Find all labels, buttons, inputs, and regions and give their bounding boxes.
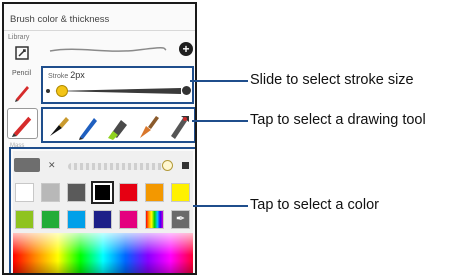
color-spectrum[interactable]: [13, 233, 193, 273]
color-swatch[interactable]: [15, 183, 34, 202]
brush-preview-stroke: [49, 46, 167, 52]
color-swatch[interactable]: [15, 210, 34, 229]
opacity-slider-thumb[interactable]: [162, 160, 173, 171]
color-swatch[interactable]: [145, 183, 164, 202]
color-swatch[interactable]: [93, 210, 112, 229]
color-swatch[interactable]: [67, 183, 86, 202]
callout-line-tool: [192, 120, 248, 122]
max-stroke-icon: [182, 86, 191, 95]
opacity-max-icon: [182, 162, 189, 169]
color-swatch[interactable]: [91, 181, 114, 204]
color-picker-highlight: ✕ ✒: [9, 147, 195, 273]
divider: [4, 30, 195, 31]
current-color-swatch: [14, 158, 40, 172]
color-swatch[interactable]: [41, 183, 60, 202]
color-swatch[interactable]: [67, 210, 86, 229]
panel-title: Brush color & thickness: [10, 14, 110, 25]
color-swatch[interactable]: [119, 210, 138, 229]
stroke-size-slider[interactable]: [53, 87, 181, 95]
tool-paintbrush[interactable]: [135, 112, 161, 140]
pencil-icon[interactable]: [12, 82, 32, 102]
tool-airbrush[interactable]: [165, 112, 191, 140]
callout-tool: Tap to select a drawing tool: [250, 112, 426, 128]
tool-fountain-pen[interactable]: [45, 112, 71, 140]
library-icon[interactable]: [14, 46, 30, 60]
stroke-size-highlight: Stroke 2px: [41, 66, 194, 104]
callout-color: Tap to select a color: [250, 197, 379, 213]
opacity-icon: ✕: [48, 160, 56, 170]
color-swatch[interactable]: [41, 210, 60, 229]
callout-line-stroke: [190, 80, 248, 82]
tool-ballpoint-pen[interactable]: [75, 112, 101, 140]
stroke-slider-thumb[interactable]: [56, 85, 69, 97]
callout-line-color: [193, 205, 248, 207]
color-swatch[interactable]: [171, 183, 190, 202]
opacity-slider[interactable]: [68, 163, 168, 170]
stroke-label-text: Stroke: [48, 73, 69, 80]
min-stroke-icon: [46, 89, 50, 93]
brush-settings-panel: Brush color & thickness Library + Pencil…: [2, 2, 197, 275]
pencil-icon: [11, 116, 32, 138]
library-label: Library: [8, 34, 30, 41]
color-swatch-custom[interactable]: [145, 210, 164, 229]
tool-highlighter[interactable]: [105, 112, 131, 140]
drawing-tools-highlight: [41, 107, 195, 143]
color-swatch[interactable]: [119, 183, 138, 202]
add-brush-button[interactable]: +: [179, 42, 193, 56]
eyedropper-icon[interactable]: ✒: [171, 210, 190, 229]
callout-stroke: Slide to select stroke size: [250, 72, 414, 88]
pencil-label: Pencil: [12, 70, 32, 77]
stroke-label: Stroke 2px: [48, 70, 85, 80]
stroke-value: 2px: [70, 70, 85, 80]
selected-tool[interactable]: [7, 108, 38, 139]
